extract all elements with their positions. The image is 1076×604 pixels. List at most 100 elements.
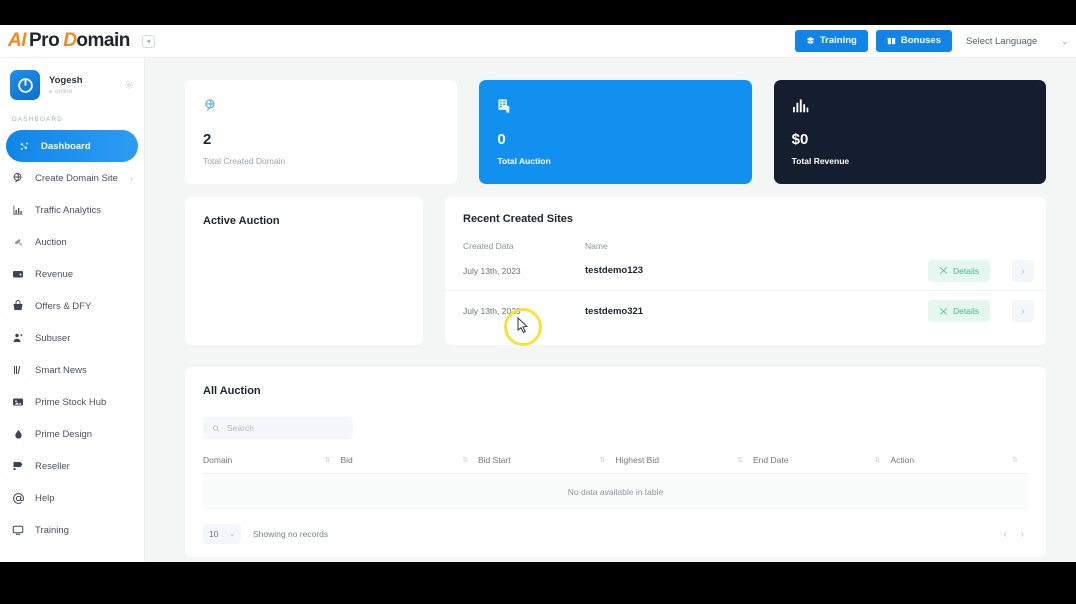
sort-icon: ⇅ <box>324 456 331 464</box>
letterbox-bottom-bar <box>0 562 1076 604</box>
column-header-domain[interactable]: Domain ⇅ <box>203 455 341 465</box>
header-actions: Training Bonuses Select Language ⌄ <box>794 30 1076 52</box>
details-button[interactable]: Details <box>928 300 990 322</box>
sidebar-item-label: Create Domain Site <box>35 172 118 184</box>
sidebar-item-label: Subuser <box>35 332 71 344</box>
recent-sites-title: Recent Created Sites <box>463 213 574 225</box>
stat-card-total-auction[interactable]: 0 Total Auction <box>479 80 752 184</box>
records-status-text: Showing no records <box>253 529 329 539</box>
sidebar-item-offers-dfy[interactable]: Offers & DFY <box>0 290 144 322</box>
shuffle-icon <box>939 267 948 274</box>
row-created-date: July 13th, 2023 <box>463 265 521 276</box>
wallet-icon <box>11 268 25 280</box>
logo-text: AI Pro D omain <box>8 30 130 52</box>
sidebar-item-revenue[interactable]: Revenue <box>0 258 144 290</box>
page-size-select[interactable]: 10 ⌄ <box>203 524 241 544</box>
app-viewport: AI Pro D omain ◂ Training Bonuses Select… <box>0 25 1076 562</box>
column-header-bid[interactable]: Bid ⇅ <box>341 455 479 465</box>
stat-label: Total Revenue <box>791 156 850 166</box>
sidebar-item-help[interactable]: Help <box>0 482 144 514</box>
logo-d-text: D <box>63 30 77 51</box>
search-input[interactable] <box>226 423 344 433</box>
bonuses-button[interactable]: Bonuses <box>875 30 952 52</box>
column-header-label: Highest Bid <box>615 455 659 465</box>
sidebar-item-label: Offers & DFY <box>35 300 92 312</box>
prev-page-button[interactable]: ‹ <box>1003 529 1006 540</box>
main-content: 2 Total Created Domain 0 Total Auction $… <box>145 58 1076 562</box>
page-size-value: 10 <box>209 529 219 539</box>
stat-card-total-revenue[interactable]: $0 Total Revenue <box>773 80 1046 184</box>
power-icon <box>17 77 33 93</box>
sidebar-item-subuser[interactable]: Subuser <box>0 322 144 354</box>
droplet-icon <box>11 429 25 440</box>
sidebar-item-dashboard[interactable]: Dashboard <box>6 130 138 162</box>
row-site-name: testdemo321 <box>585 305 644 317</box>
active-auction-title: Active Auction <box>203 215 280 227</box>
recent-sites-header: Created Data Name <box>445 225 1046 251</box>
language-selector[interactable]: Select Language ⌄ <box>960 36 1068 47</box>
sidebar-item-label: Prime Stock Hub <box>35 396 107 408</box>
chevron-down-icon: ⌄ <box>1061 36 1068 46</box>
stat-value: $0 <box>791 131 809 148</box>
row-created-date: July 13th, 2023 <box>463 306 521 316</box>
sidebar-item-smart-news[interactable]: Smart News <box>0 354 144 386</box>
column-header-action[interactable]: Action ⇅ <box>891 455 1029 465</box>
profile-name: Yogesh <box>49 75 83 86</box>
chevron-down-icon: ⌄ <box>229 531 235 538</box>
column-header-label: End Date <box>753 455 789 465</box>
column-header-label: Bid <box>340 455 353 465</box>
row-site-name: testdemo123 <box>585 265 644 276</box>
search-box[interactable] <box>203 417 353 439</box>
table-row[interactable]: July 13th, 2023 testdemo123 Details › <box>445 251 1046 291</box>
sidebar-item-training[interactable]: Training <box>0 514 144 546</box>
sidebar-section-label: DASHBOARD <box>12 116 64 123</box>
table-footer: 10 ⌄ Showing no records ‹ › <box>203 524 1028 544</box>
gift-icon <box>887 37 896 45</box>
monitor-icon <box>11 524 25 536</box>
tag-icon <box>11 460 25 472</box>
news-bars-icon <box>11 364 25 376</box>
chevron-left-icon[interactable]: ◂ <box>141 34 155 48</box>
sidebar-item-prime-stock-hub[interactable]: Prime Stock Hub <box>0 386 144 418</box>
details-button[interactable]: Details <box>928 259 990 282</box>
logo-omain-text: omain <box>76 30 130 51</box>
column-header-label: Bid Start <box>478 455 511 465</box>
sidebar-nav: Dashboard Create Domain Site › Traffic A… <box>0 130 144 546</box>
image-icon <box>11 396 25 408</box>
pagination: ‹ › <box>1003 529 1028 540</box>
globe-icon <box>11 172 25 184</box>
stats-row: 2 Total Created Domain 0 Total Auction $… <box>185 80 1046 184</box>
training-button[interactable]: Training <box>794 30 868 52</box>
sort-icon: ⇅ <box>1012 456 1018 464</box>
bonuses-button-label: Bonuses <box>900 35 941 46</box>
sidebar-item-create-domain-site[interactable]: Create Domain Site › <box>0 162 144 194</box>
row-expand-chevron-icon[interactable]: › <box>1012 259 1034 282</box>
table-row[interactable]: July 13th, 2023 testdemo321 Details › <box>445 291 1046 331</box>
column-header-label: Domain <box>203 455 233 465</box>
sidebar-item-label: Traffic Analytics <box>35 204 101 216</box>
row-expand-chevron-icon[interactable]: › <box>1012 300 1034 322</box>
sort-icon: ⇅ <box>737 456 743 464</box>
column-header-bid-start[interactable]: Bid Start ⇅ <box>478 455 616 465</box>
language-selector-label: Select Language <box>965 35 1038 47</box>
sidebar-item-label: Smart News <box>35 364 87 376</box>
user-profile[interactable]: Yogesh online <box>0 58 144 110</box>
sidebar-item-traffic-analytics[interactable]: Traffic Analytics <box>0 194 144 226</box>
status-dot-icon <box>49 90 52 93</box>
stat-card-total-created-domain[interactable]: 2 Total Created Domain <box>185 80 458 184</box>
chevron-right-icon: › <box>130 173 133 183</box>
sidebar-item-prime-design[interactable]: Prime Design <box>0 418 144 450</box>
sidebar-item-auction[interactable]: Auction <box>0 226 144 258</box>
gear-icon[interactable] <box>124 80 134 90</box>
stat-label: Total Created Domain <box>203 156 286 166</box>
column-header-end-date[interactable]: End Date ⇅ <box>753 455 891 465</box>
auction-list-icon <box>497 98 733 120</box>
stat-value: 2 <box>203 131 212 148</box>
column-header-highest-bid[interactable]: Highest Bid ⇅ <box>616 455 754 465</box>
sidebar-item-label: Dashboard <box>41 140 91 152</box>
top-header: AI Pro D omain ◂ Training Bonuses Select… <box>0 25 1076 58</box>
app-logo[interactable]: AI Pro D omain ◂ <box>0 30 155 52</box>
sidebar-item-reseller[interactable]: Reseller <box>0 450 144 482</box>
next-page-button[interactable]: › <box>1021 529 1024 540</box>
logo-ai-text: AI <box>8 30 27 51</box>
